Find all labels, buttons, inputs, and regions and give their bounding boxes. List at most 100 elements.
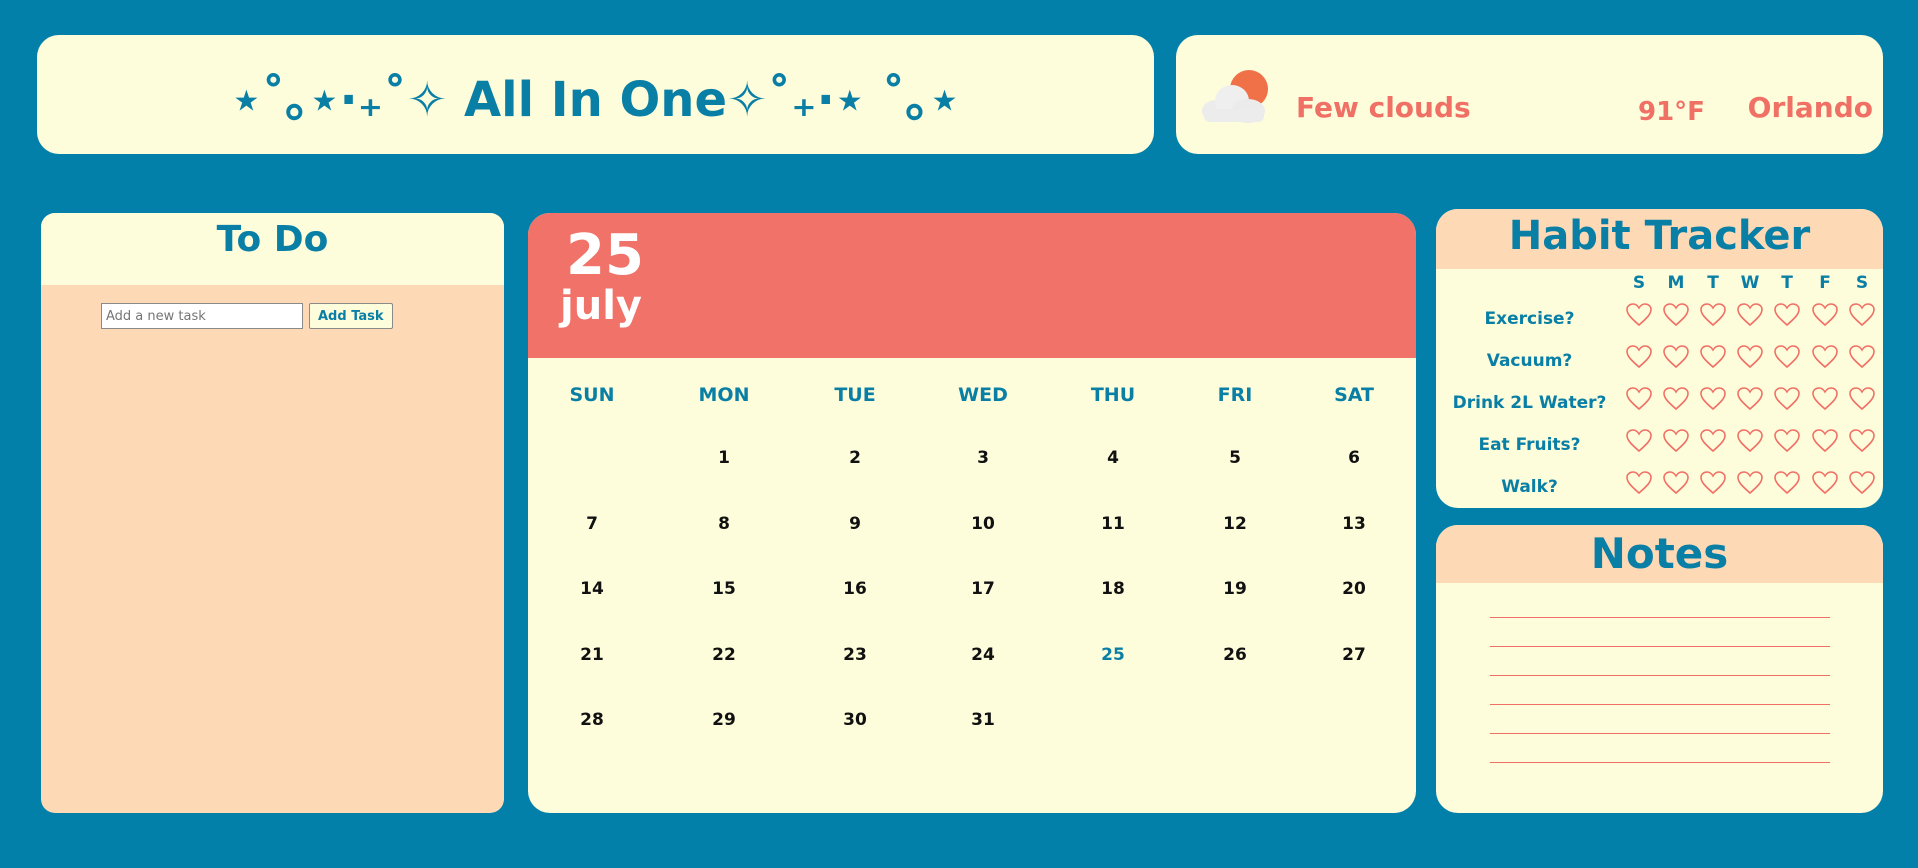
calendar-day-21[interactable]: 21 (580, 645, 604, 665)
partly-cloudy-icon (1202, 70, 1268, 123)
calendar-day-31[interactable]: 31 (971, 710, 995, 730)
heart-checkbox-icon[interactable] (1699, 385, 1727, 413)
heart-checkbox-icon[interactable] (1811, 469, 1839, 497)
heart-checkbox-icon[interactable] (1736, 469, 1764, 497)
habit-label: Eat Fruits? (1478, 435, 1581, 455)
calendar-day-18[interactable]: 18 (1101, 579, 1125, 599)
calendar-day-8[interactable]: 8 (718, 514, 730, 534)
heart-checkbox-icon[interactable] (1625, 469, 1653, 497)
habit-day-letter: M (1667, 273, 1685, 293)
todo-panel: To Do Add Task (41, 213, 504, 813)
calendar-day-17[interactable]: 17 (971, 579, 995, 599)
heart-checkbox-icon[interactable] (1662, 343, 1690, 371)
heart-checkbox-icon[interactable] (1699, 343, 1727, 371)
heart-checkbox-icon[interactable] (1662, 385, 1690, 413)
calendar-day-1[interactable]: 1 (718, 448, 730, 468)
notes-title: Notes (1590, 529, 1729, 578)
add-task-button[interactable]: Add Task (309, 303, 393, 329)
calendar-day-13[interactable]: 13 (1342, 514, 1366, 534)
weekday-sun: SUN (569, 384, 615, 406)
heart-checkbox-icon[interactable] (1736, 385, 1764, 413)
calendar-day-14[interactable]: 14 (580, 579, 604, 599)
heart-checkbox-icon[interactable] (1625, 343, 1653, 371)
calendar-day-10[interactable]: 10 (971, 514, 995, 534)
calendar-day-25[interactable]: 25 (1101, 645, 1125, 665)
heart-checkbox-icon[interactable] (1625, 427, 1653, 455)
notes-panel: Notes (1436, 525, 1883, 813)
weekday-mon: MON (698, 384, 750, 406)
habit-row: Walk? (1436, 467, 1883, 507)
weather-city: Orlando (1747, 91, 1873, 124)
habit-label: Walk? (1501, 477, 1558, 497)
heart-checkbox-icon[interactable] (1848, 385, 1876, 413)
calendar-day-7[interactable]: 7 (586, 514, 598, 534)
heart-checkbox-icon[interactable] (1662, 427, 1690, 455)
calendar-day-27[interactable]: 27 (1342, 645, 1366, 665)
todo-form: Add Task (101, 303, 393, 329)
heart-checkbox-icon[interactable] (1699, 427, 1727, 455)
habit-label: Vacuum? (1486, 351, 1573, 371)
calendar-day-20[interactable]: 20 (1342, 579, 1366, 599)
heart-checkbox-icon[interactable] (1811, 385, 1839, 413)
heart-checkbox-icon[interactable] (1699, 469, 1727, 497)
heart-checkbox-icon[interactable] (1625, 301, 1653, 329)
todo-header: To Do (41, 213, 504, 285)
heart-checkbox-icon[interactable] (1848, 469, 1876, 497)
habit-label: Drink 2L Water? (1452, 393, 1607, 413)
heart-checkbox-icon[interactable] (1848, 343, 1876, 371)
heart-checkbox-icon[interactable] (1811, 343, 1839, 371)
app-title: ⋆˚｡⋆·₊˚✧ All In One✧˚₊·⋆ ˚｡⋆ (231, 71, 960, 128)
calendar-day-16[interactable]: 16 (843, 579, 867, 599)
heart-checkbox-icon[interactable] (1773, 385, 1801, 413)
habit-row: Drink 2L Water? (1436, 383, 1883, 423)
habit-day-letter: T (1707, 273, 1719, 293)
calendar-day-5[interactable]: 5 (1229, 448, 1241, 468)
new-task-input[interactable] (101, 303, 303, 329)
calendar-day-23[interactable]: 23 (843, 645, 867, 665)
calendar-day-11[interactable]: 11 (1101, 514, 1125, 534)
calendar-day-24[interactable]: 24 (971, 645, 995, 665)
calendar-day-19[interactable]: 19 (1223, 579, 1247, 599)
habit-row: Eat Fruits? (1436, 425, 1883, 465)
habit-tracker-header: Habit Tracker (1436, 209, 1883, 269)
heart-checkbox-icon[interactable] (1699, 301, 1727, 329)
heart-checkbox-icon[interactable] (1736, 301, 1764, 329)
habit-day-letter: W (1740, 273, 1760, 293)
calendar-day-22[interactable]: 22 (712, 645, 736, 665)
calendar-day-28[interactable]: 28 (580, 710, 604, 730)
heart-checkbox-icon[interactable] (1848, 427, 1876, 455)
heart-checkbox-icon[interactable] (1773, 427, 1801, 455)
weather-temperature: 91°F (1638, 97, 1705, 127)
calendar-day-9[interactable]: 9 (849, 514, 861, 534)
note-line (1490, 733, 1830, 734)
heart-checkbox-icon[interactable] (1773, 301, 1801, 329)
weekday-wed: WED (958, 384, 1008, 406)
habit-day-letter: F (1819, 273, 1831, 293)
weather-description: Few clouds (1296, 91, 1471, 124)
heart-checkbox-icon[interactable] (1811, 301, 1839, 329)
heart-checkbox-icon[interactable] (1662, 469, 1690, 497)
heart-checkbox-icon[interactable] (1848, 301, 1876, 329)
calendar-day-12[interactable]: 12 (1223, 514, 1247, 534)
heart-checkbox-icon[interactable] (1773, 469, 1801, 497)
title-bar: ⋆˚｡⋆·₊˚✧ All In One✧˚₊·⋆ ˚｡⋆ (37, 35, 1154, 154)
calendar-day-26[interactable]: 26 (1223, 645, 1247, 665)
calendar-day-2[interactable]: 2 (849, 448, 861, 468)
heart-checkbox-icon[interactable] (1811, 427, 1839, 455)
calendar-day-30[interactable]: 30 (843, 710, 867, 730)
heart-checkbox-icon[interactable] (1773, 343, 1801, 371)
calendar-day-15[interactable]: 15 (712, 579, 736, 599)
calendar-day-6[interactable]: 6 (1348, 448, 1360, 468)
heart-checkbox-icon[interactable] (1662, 301, 1690, 329)
calendar-day-4[interactable]: 4 (1107, 448, 1119, 468)
calendar-day-3[interactable]: 3 (977, 448, 989, 468)
habit-label: Exercise? (1484, 309, 1575, 329)
calendar-day-29[interactable]: 29 (712, 710, 736, 730)
heart-checkbox-icon[interactable] (1625, 385, 1653, 413)
current-month: july (560, 283, 642, 329)
habit-row: Exercise? (1436, 299, 1883, 339)
calendar-panel: 25 july SUN MON TUE WED THU FRI SAT 1234567891… (528, 213, 1416, 813)
heart-checkbox-icon[interactable] (1736, 343, 1764, 371)
notes-header: Notes (1436, 525, 1883, 583)
heart-checkbox-icon[interactable] (1736, 427, 1764, 455)
